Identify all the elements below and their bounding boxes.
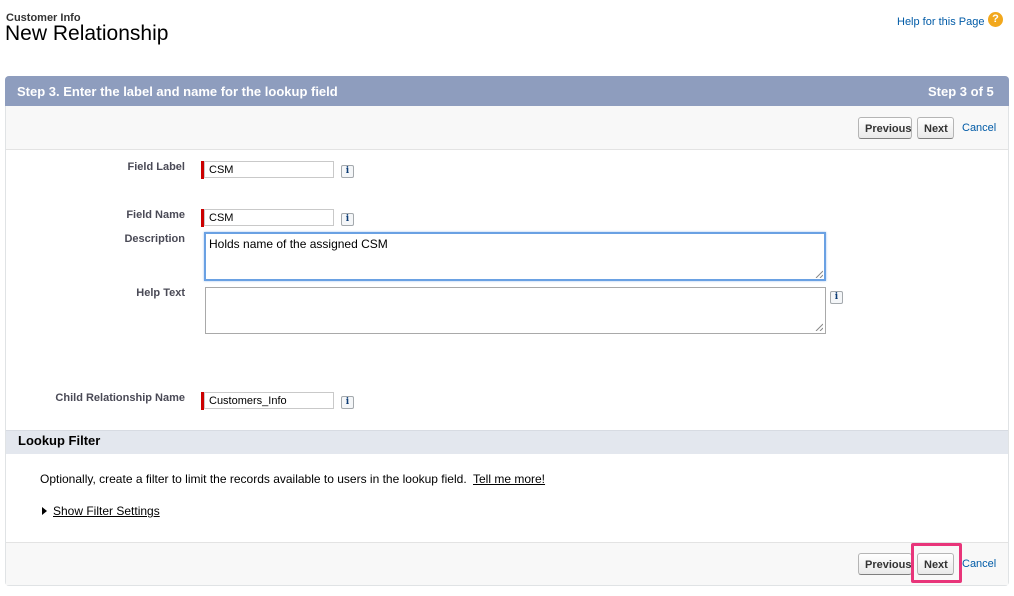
field-label-input[interactable]: CSM	[204, 161, 334, 178]
show-filter-settings-link[interactable]: Show Filter Settings	[53, 504, 160, 518]
lookup-filter-header	[6, 430, 1008, 454]
lookup-filter-section	[6, 454, 1008, 543]
next-button-highlight	[911, 543, 962, 583]
description-textarea[interactable]: Holds name of the assigned CSM	[204, 232, 826, 281]
help-link[interactable]: Help for this Page	[897, 16, 984, 28]
help-text-textarea[interactable]	[205, 287, 826, 334]
expand-triangle-icon[interactable]	[42, 507, 47, 515]
child-relationship-name-input[interactable]: Customers_Info	[204, 392, 334, 409]
description-label: Description	[124, 233, 185, 245]
cancel-link-top[interactable]: Cancel	[962, 122, 996, 134]
next-button-top[interactable]: Next	[917, 117, 954, 139]
info-icon[interactable]: i	[830, 291, 843, 304]
page-title: New Relationship	[5, 22, 169, 45]
lookup-filter-description: Optionally, create a filter to limit the…	[40, 472, 467, 486]
field-label-label: Field Label	[127, 161, 185, 173]
previous-button-bottom[interactable]: Previous	[858, 553, 912, 575]
tell-me-more-link[interactable]: Tell me more!	[473, 472, 545, 486]
previous-button-top[interactable]: Previous	[858, 117, 912, 139]
step-count: Step 3 of 5	[928, 84, 994, 99]
info-icon[interactable]: i	[341, 165, 354, 178]
info-icon[interactable]: i	[341, 213, 354, 226]
help-text-label: Help Text	[136, 287, 185, 299]
field-name-input[interactable]: CSM	[204, 209, 334, 226]
info-icon[interactable]: i	[341, 396, 354, 409]
resize-grip-icon[interactable]	[815, 323, 823, 331]
resize-grip-icon[interactable]	[815, 270, 823, 278]
question-circle-icon[interactable]: ?	[988, 12, 1003, 27]
child-relationship-name-label: Child Relationship Name	[55, 392, 185, 404]
field-name-label: Field Name	[126, 209, 185, 221]
cancel-link-bottom[interactable]: Cancel	[962, 558, 996, 570]
step-title: Step 3. Enter the label and name for the…	[17, 84, 338, 99]
lookup-filter-title: Lookup Filter	[18, 433, 101, 448]
